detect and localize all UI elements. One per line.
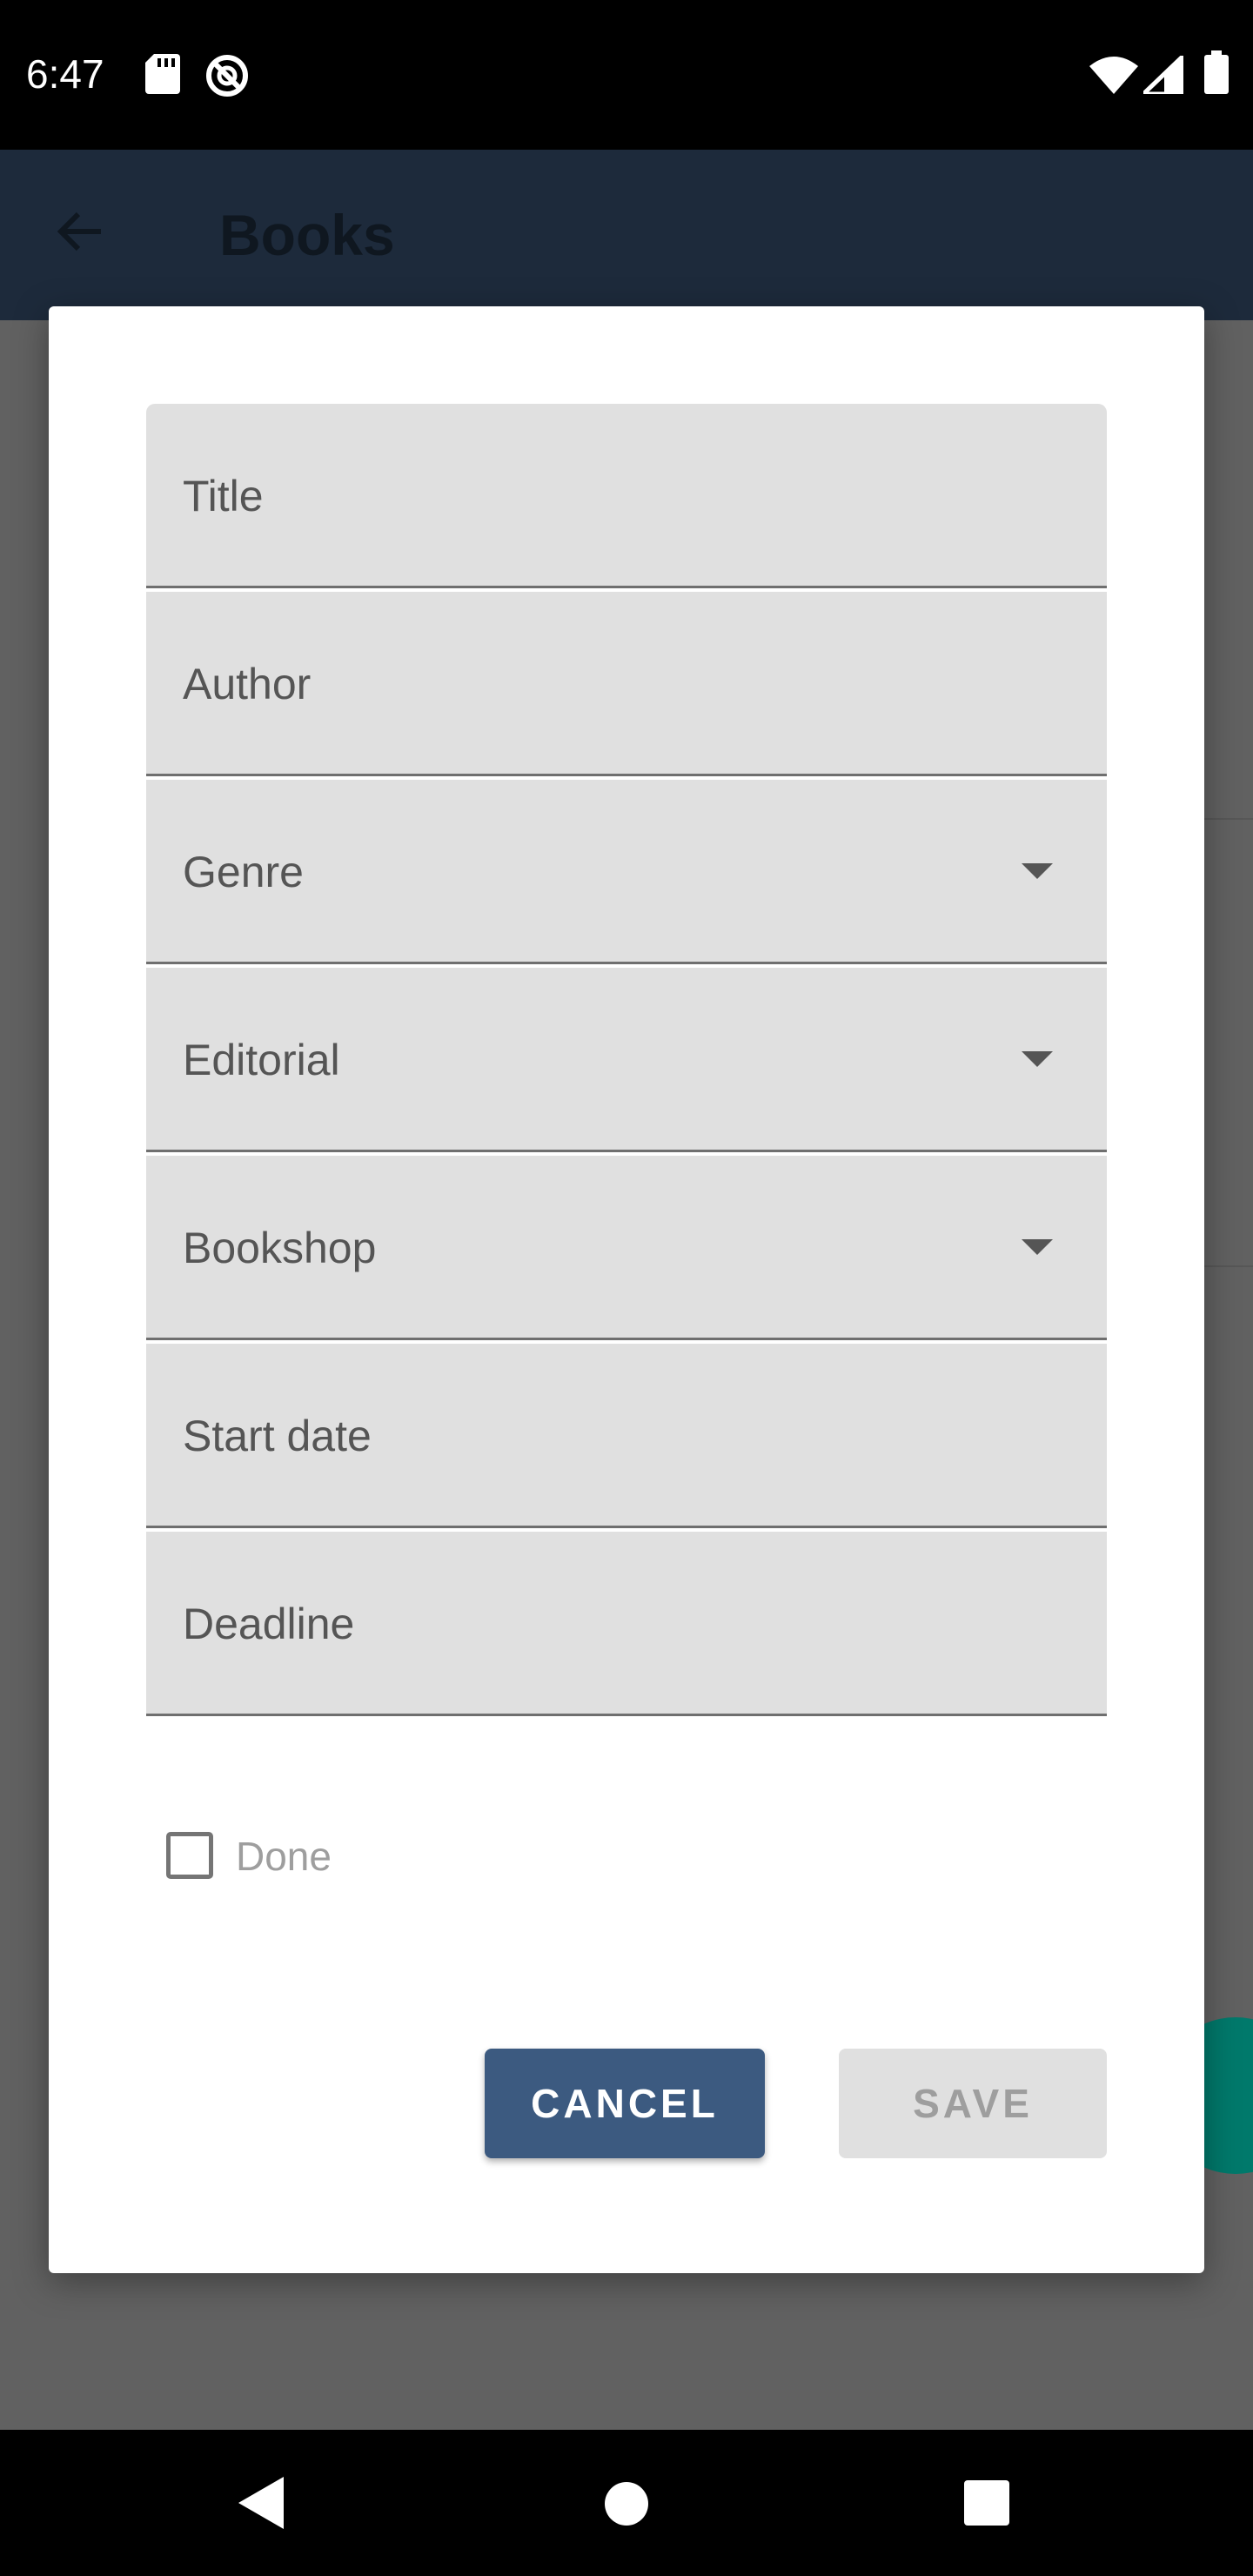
list-divider bbox=[1201, 818, 1253, 820]
done-checkbox[interactable] bbox=[166, 1832, 213, 1879]
author-field-label: Author bbox=[183, 660, 312, 708]
save-button[interactable]: SAVE bbox=[839, 2049, 1107, 2158]
do-not-disturb-icon bbox=[205, 54, 249, 102]
arrow-back-icon[interactable] bbox=[52, 204, 108, 264]
bookshop-dropdown[interactable]: Bookshop bbox=[146, 1156, 1107, 1340]
app-bar: Books bbox=[0, 150, 1253, 320]
nav-back-icon[interactable] bbox=[237, 2475, 285, 2535]
author-field[interactable]: Author bbox=[146, 592, 1107, 776]
editorial-dropdown[interactable]: Editorial bbox=[146, 968, 1107, 1152]
cell-signal-icon bbox=[1137, 50, 1186, 98]
cancel-button[interactable]: CANCEL bbox=[485, 2049, 765, 2158]
dropdown-arrow-icon bbox=[1022, 1051, 1053, 1067]
battery-icon bbox=[1204, 50, 1229, 98]
list-divider bbox=[1201, 1265, 1253, 1267]
status-bar: 6:47 bbox=[0, 0, 1253, 150]
title-field[interactable]: Title bbox=[146, 404, 1107, 588]
nav-recents-icon[interactable] bbox=[964, 2480, 1009, 2526]
status-time: 6:47 bbox=[26, 51, 104, 97]
dropdown-arrow-icon bbox=[1022, 863, 1053, 879]
deadline-field-label: Deadline bbox=[183, 1600, 355, 1648]
genre-dropdown[interactable]: Genre bbox=[146, 780, 1107, 964]
title-field-label: Title bbox=[183, 472, 264, 520]
dropdown-arrow-icon bbox=[1022, 1239, 1053, 1255]
nav-home-icon[interactable] bbox=[605, 2482, 648, 2526]
deadline-field[interactable]: Deadline bbox=[146, 1532, 1107, 1716]
add-book-dialog: Title Author Genre Editorial Bookshop St… bbox=[49, 306, 1204, 2273]
done-checkbox-label: Done bbox=[236, 1834, 332, 1879]
genre-dropdown-label: Genre bbox=[183, 848, 304, 896]
start-date-field-label: Start date bbox=[183, 1412, 372, 1460]
page-title: Books bbox=[219, 203, 395, 267]
bookshop-dropdown-label: Bookshop bbox=[183, 1224, 377, 1272]
sd-card-icon bbox=[145, 54, 180, 98]
start-date-field[interactable]: Start date bbox=[146, 1344, 1107, 1528]
wifi-icon bbox=[1089, 56, 1138, 98]
editorial-dropdown-label: Editorial bbox=[183, 1036, 340, 1084]
